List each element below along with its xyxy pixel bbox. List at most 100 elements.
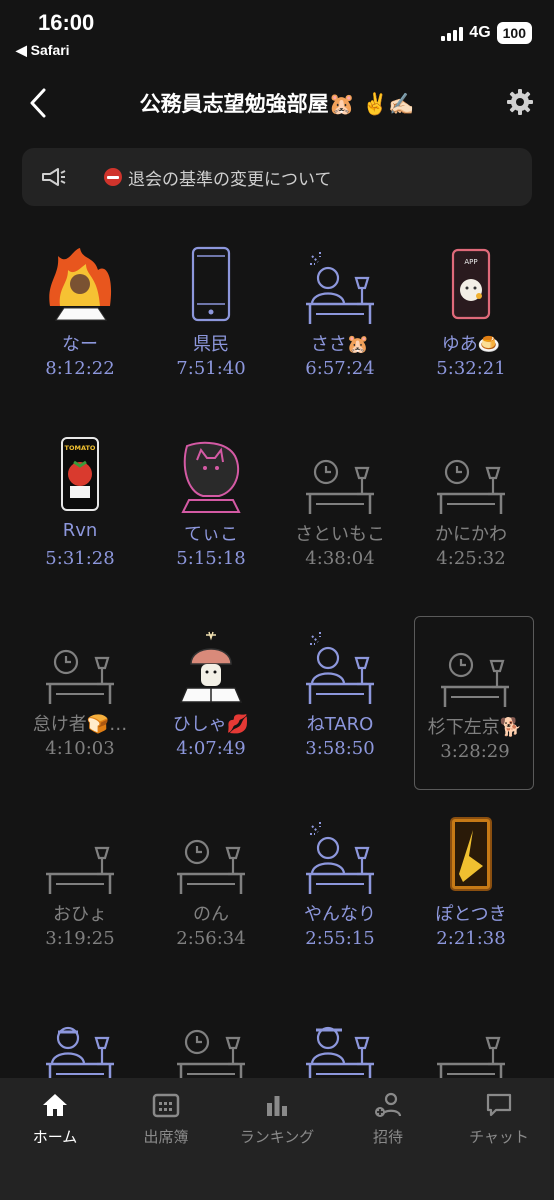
phone-app-icon: APP (451, 248, 491, 320)
announcement-text: 退会の基準の変更について (128, 170, 332, 190)
member-name: 県民 (193, 334, 229, 355)
member-study-time: 5:32:21 (436, 358, 506, 379)
tab-label: チャット (469, 1128, 529, 1146)
gear-icon[interactable] (506, 88, 534, 116)
clock: 16:00 (38, 10, 95, 35)
desk-clock-icon (306, 459, 374, 514)
member-card[interactable]: 県民 7:51:40 (151, 234, 271, 404)
member-study-time: 5:15:18 (176, 548, 246, 569)
home-icon (43, 1094, 67, 1116)
avatar-cat-icon (181, 441, 241, 513)
desk-clock-icon (177, 1029, 245, 1084)
tab-home[interactable]: ホーム (0, 1090, 110, 1150)
member-study-time: 3:19:25 (45, 928, 115, 949)
member-name: ひしゃ💋 (172, 714, 250, 735)
member-study-time: 7:51:40 (176, 358, 246, 379)
member-card[interactable]: てぃこ 5:15:18 (151, 424, 271, 594)
page-title: 公務員志望勉強部屋🐹 ✌️✍🏻 (139, 92, 415, 116)
tab-label: 招待 (372, 1128, 403, 1146)
tab-attendance[interactable]: 出席簿 (111, 1090, 221, 1150)
header: 公務員志望勉強部屋🐹 ✌️✍🏻 (0, 78, 554, 128)
member-name: ぽとつき (435, 904, 507, 925)
member-card[interactable]: APP ゆあ🍮 5:32:21 (411, 234, 531, 404)
avatar-fire-icon (49, 248, 112, 321)
member-card[interactable]: ひしゃ💋 4:07:49 (151, 614, 271, 784)
no-entry-icon (104, 168, 122, 186)
status-bar: 16:00 ◀ Safari 4G 100 (0, 0, 554, 70)
member-name: おひょ (53, 904, 107, 925)
member-card[interactable]: ねTARO 3:58:50 (280, 614, 400, 784)
member-name: やんなり (304, 904, 376, 925)
member-study-time: 2:21:38 (436, 928, 506, 949)
desk-person-icon (306, 632, 374, 704)
member-card[interactable]: ささ🐹 6:57:24 (280, 234, 400, 404)
signal-icon (441, 25, 464, 41)
desk-clock-icon (177, 839, 245, 894)
ranking-icon (267, 1096, 287, 1116)
member-name: のん (193, 904, 229, 925)
back-chevron-icon[interactable] (26, 86, 52, 120)
member-card[interactable]: のん 2:56:34 (151, 804, 271, 974)
member-name: てぃこ (184, 524, 238, 545)
member-study-time: 2:56:34 (176, 928, 246, 949)
member-name: かにかわ (435, 524, 507, 545)
chat-icon (486, 1093, 512, 1117)
member-study-time: 6:57:24 (305, 358, 375, 379)
tab-label: ホーム (32, 1128, 78, 1146)
phone-tomato-icon: TOMATO (61, 437, 99, 511)
megaphone-icon (42, 168, 66, 186)
member-study-time: 4:07:49 (176, 738, 246, 759)
member-study-time: 4:10:03 (45, 738, 115, 759)
phone-icon (191, 246, 231, 322)
member-card[interactable]: おひょ 3:19:25 (20, 804, 140, 974)
member-name: 怠け者🍞… (32, 714, 128, 735)
tab-ranking[interactable]: ランキング (222, 1090, 332, 1150)
phone-gold-icon (450, 817, 492, 891)
member-study-time: 8:12:22 (45, 358, 115, 379)
member-name: Rvn (62, 520, 98, 541)
member-card[interactable]: やんなり 2:55:15 (280, 804, 400, 974)
desk-clock-icon (46, 649, 114, 704)
desk-person-icon (306, 822, 374, 894)
desk-person-cap-icon (306, 1026, 374, 1084)
announcement-banner[interactable]: 退会の基準の変更について (22, 148, 532, 206)
member-card[interactable]: かにかわ 4:25:32 (411, 424, 531, 594)
member-study-time: 4:38:04 (305, 548, 375, 569)
member-name: さといもこ (295, 524, 385, 545)
tab-label: ランキング (239, 1128, 315, 1146)
member-study-time: 3:58:50 (305, 738, 375, 759)
member-card[interactable]: ぽとつき 2:21:38 (411, 804, 531, 974)
desk-icon (437, 1036, 505, 1084)
member-card[interactable]: なー 8:12:22 (20, 234, 140, 404)
member-card[interactable]: 怠け者🍞… 4:10:03 (20, 614, 140, 784)
invite-icon (375, 1092, 402, 1117)
member-name: ささ🐹 (310, 334, 370, 355)
desk-person-icon (306, 252, 374, 324)
tab-invite[interactable]: 招待 (333, 1090, 443, 1150)
member-study-time: 2:55:15 (305, 928, 375, 949)
desk-person-lamp-icon (46, 1026, 114, 1084)
tab-label: 出席簿 (143, 1128, 189, 1146)
member-study-time: 4:25:32 (436, 548, 506, 569)
battery-icon: 100 (496, 22, 532, 44)
member-name: ねTARO (306, 714, 374, 735)
back-to-safari-link[interactable]: ◀ Safari (16, 42, 70, 59)
member-name: ゆあ🍮 (441, 334, 501, 355)
tab-chat[interactable]: チャット (444, 1090, 554, 1150)
desk-icon (46, 846, 114, 894)
svg-text:APP: APP (464, 258, 477, 266)
desk-clock-icon (437, 459, 505, 514)
status-indicators: 4G 100 (441, 22, 532, 44)
tab-bar: ホーム 出席簿 ランキング 招待 チャット (0, 1078, 554, 1200)
member-card[interactable]: TOMATO Rvn 5:31:28 (20, 424, 140, 594)
desk-clock-icon (441, 652, 509, 707)
member-study-time: 3:28:29 (440, 741, 510, 762)
member-card[interactable]: 杉下左京🐕 3:28:29 (414, 616, 534, 790)
member-study-time: 5:31:28 (45, 548, 115, 569)
network-type: 4G (469, 24, 491, 41)
svg-text:TOMATO: TOMATO (65, 444, 96, 452)
member-card[interactable]: さといもこ 4:38:04 (280, 424, 400, 594)
member-name: なー (62, 334, 98, 355)
calendar-icon (152, 1093, 180, 1118)
avatar-mushroom-icon (179, 631, 243, 703)
